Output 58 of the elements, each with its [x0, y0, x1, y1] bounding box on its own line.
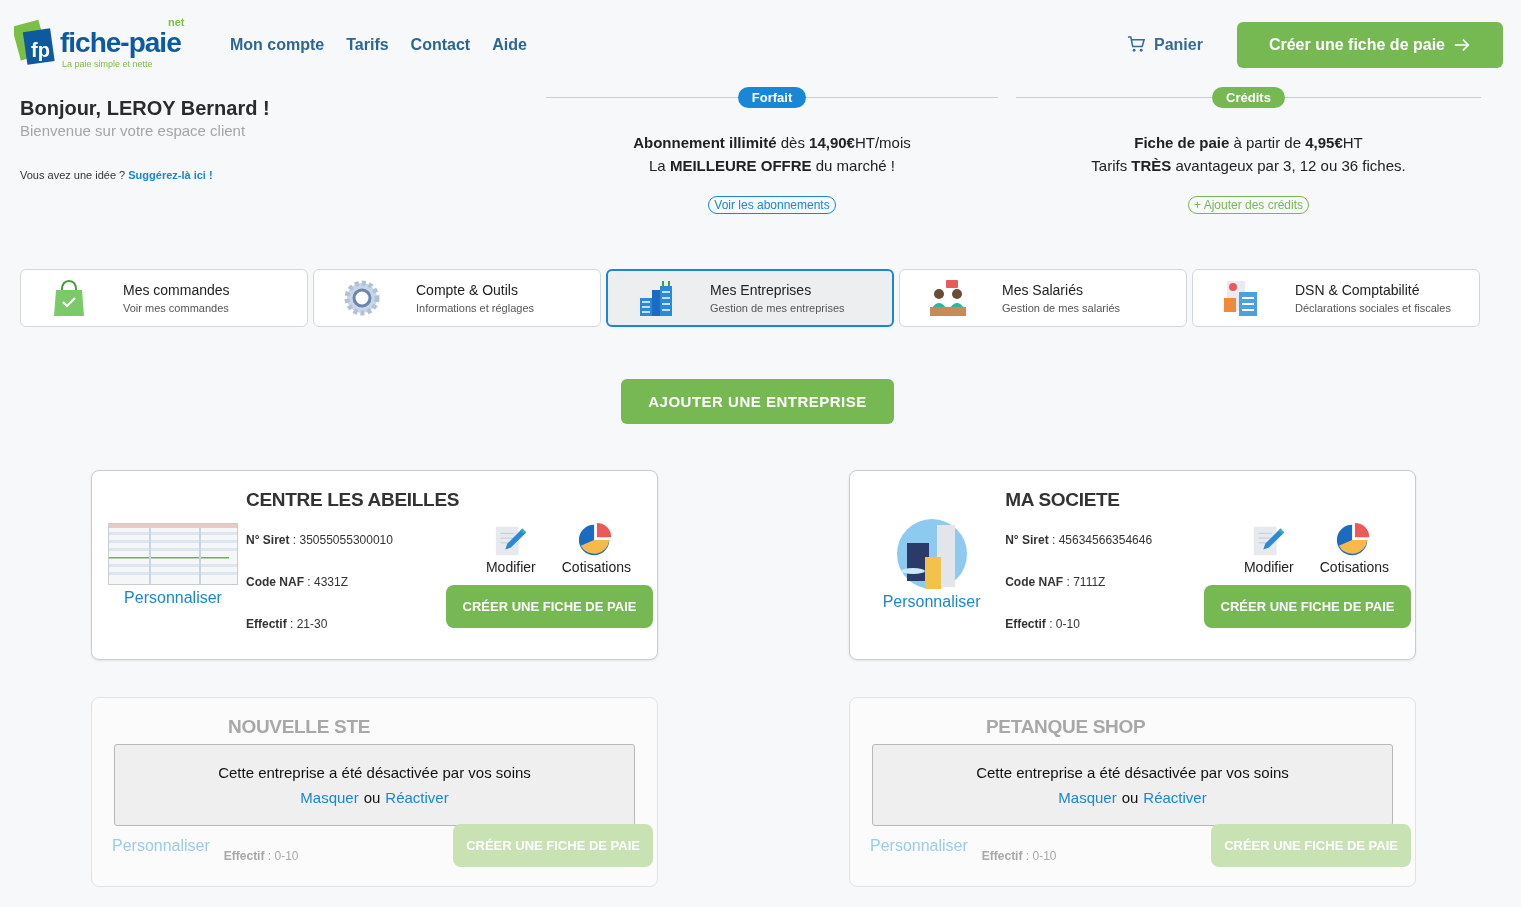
headcount-text: Effectif : 0-10 — [223, 848, 300, 863]
offer-text: La MEILLEURE OFFRE du marché ! — [649, 157, 895, 174]
company-name: PETANQUE SHOP — [986, 716, 1146, 738]
idea-text: Vous avez une idée ? — [20, 169, 126, 181]
suggest-link[interactable]: Suggérez-là ici ! — [128, 169, 213, 181]
offer-text: Abonnement illimité dès 14,90€HT/mois — [633, 134, 911, 151]
headcount-text: Effectif : 0-10 — [981, 848, 1058, 863]
reactivate-link[interactable]: Réactiver — [385, 789, 449, 806]
menu-tile[interactable]: Compte & Outils Informations et réglages — [313, 269, 601, 327]
nav-link[interactable]: Contact — [410, 35, 471, 54]
menu-tile[interactable]: DSN & Comptabilité Déclarations sociales et fiscales — [1192, 269, 1480, 327]
hide-link[interactable]: Masquer — [1058, 789, 1117, 806]
customize-link[interactable]: Personnaliser — [124, 589, 222, 607]
create-payslip-button[interactable]: CRÉER UNE FICHE DE PAIE — [446, 585, 653, 628]
offer-text: Fiche de paie à partir de 4,95€HT — [1134, 134, 1363, 151]
contributions-link[interactable]: Cotisations — [1319, 521, 1389, 575]
cart-link[interactable]: Panier — [1127, 35, 1203, 54]
create-payslip-button[interactable]: CRÉER UNE FICHE DE PAIE — [1204, 585, 1411, 628]
logo-suffix: net — [168, 16, 185, 28]
add-company-button[interactable]: AJOUTER UNE ENTREPRISE — [621, 379, 894, 424]
gear-icon — [342, 278, 382, 318]
logo[interactable]: fp net fiche-paie La paie simple et nette — [14, 16, 194, 73]
logo-tagline: La paie simple et nette — [62, 58, 153, 69]
headcount-text: Effectif : 21-30 — [246, 617, 329, 631]
greeting-title: Bonjour, LEROY Bernard ! — [20, 97, 271, 120]
employees-icon — [928, 278, 968, 318]
menu-tile[interactable]: Mes Entreprises Gestion de mes entreprises — [606, 269, 894, 327]
naf-code-text: Code NAF : 7111Z — [1005, 575, 1107, 589]
greeting-subtitle: Bienvenue sur votre espace client — [20, 122, 247, 139]
notice-text: Cette entreprise a été désactivée par vos soins — [976, 764, 1289, 781]
create-payslip-button[interactable]: Créer une fiche de paie — [1236, 21, 1503, 68]
siret-text: N° Siret : 35055055300010 — [246, 533, 394, 547]
reactivate-link[interactable]: Réactiver — [1143, 789, 1207, 806]
logo-initials: fp — [31, 38, 50, 62]
separator-text: ou — [1121, 789, 1139, 806]
siret-text: N° Siret : 45634566354646 — [1005, 533, 1154, 547]
separator-text: ou — [363, 789, 381, 806]
nav-link[interactable]: Tarifs — [346, 35, 389, 54]
logo-name: fiche-paie — [60, 28, 181, 57]
menu-tile[interactable]: Mes Salariés Gestion de mes salariés — [899, 269, 1187, 327]
company-name: NOUVELLE STE — [228, 716, 371, 738]
headcount-text: Effectif : 0-10 — [1005, 617, 1081, 631]
hide-link[interactable]: Masquer — [300, 789, 359, 806]
nav-link[interactable]: Mon compte — [230, 35, 325, 54]
nav-link[interactable]: Aide — [492, 35, 527, 54]
naf-code-text: Code NAF : 4331Z — [246, 575, 350, 589]
offer-text: Tarifs TRÈS avantageux par 3, 12 ou 36 fiches. — [1091, 157, 1406, 174]
company-name: MA SOCIETE — [1005, 489, 1120, 511]
notice-text: Cette entreprise a été désactivée par vos soins — [218, 764, 531, 781]
cart-icon — [1127, 35, 1146, 54]
offer-badge: Crédits — [1212, 87, 1285, 108]
edit-link[interactable]: Modifier — [1243, 521, 1294, 575]
menu-tile[interactable]: Mes commandes Voir mes commandes — [20, 269, 308, 327]
offer-badge: Forfait — [737, 87, 807, 108]
company-name: CENTRE LES ABEILLES — [246, 489, 460, 511]
customize-link[interactable]: Personnaliser — [882, 593, 981, 611]
edit-link[interactable]: Modifier — [485, 521, 536, 575]
contributions-link[interactable]: Cotisations — [561, 521, 631, 575]
